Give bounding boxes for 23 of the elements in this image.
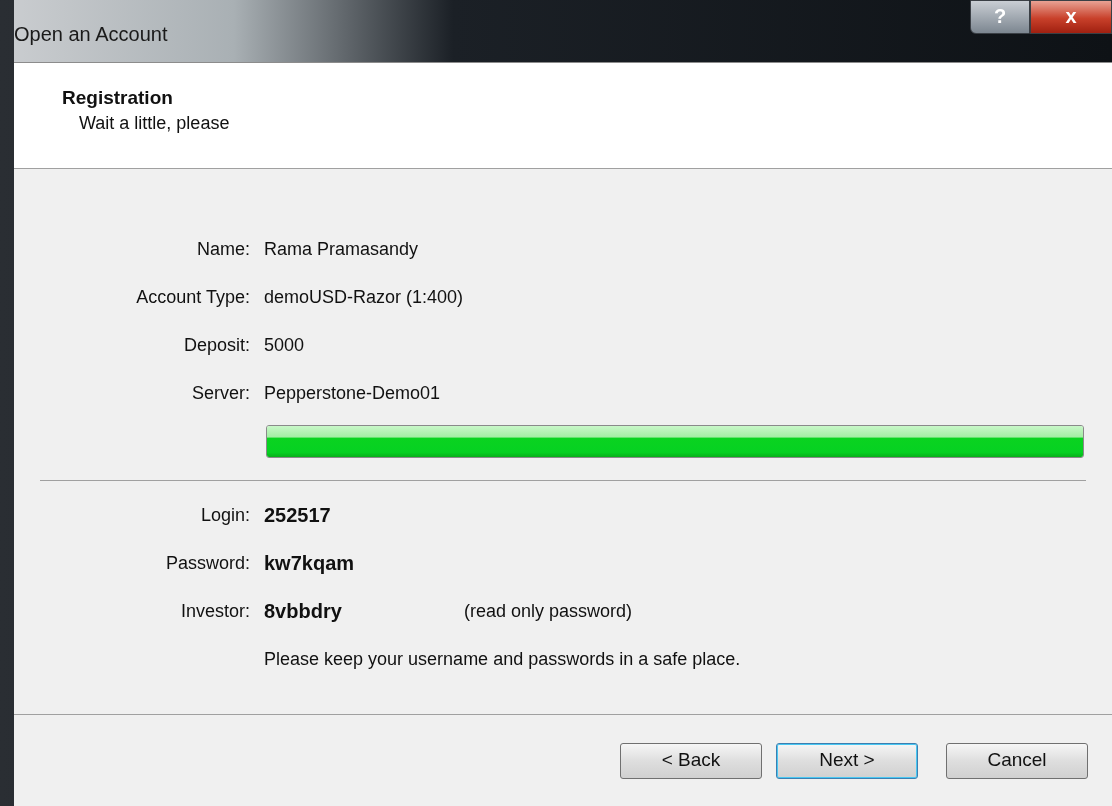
field-label: Name: [197, 237, 250, 261]
field-note: (read only password) [464, 599, 633, 623]
close-button[interactable]: x [1030, 0, 1112, 34]
field-value: Pepperstone-Demo01 [264, 381, 441, 405]
field-label: Password: [165, 551, 250, 575]
wizard-button[interactable]: Next > [776, 742, 918, 779]
notice-text: Please keep your username and passwords in a safe place. [264, 647, 741, 671]
wizard-button[interactable]: Cancel [946, 742, 1088, 779]
field-label: Login: [200, 503, 250, 527]
field-label: Server: [191, 381, 250, 405]
page-title: Registration [62, 87, 174, 110]
field-value: 5000 [264, 333, 305, 357]
field-value: 8vbbdry [264, 599, 343, 624]
field-value: demoUSD-Razor (1:400) [264, 285, 464, 309]
field-value: Rama Pramasandy [264, 237, 419, 261]
field-label: Account Type: [136, 285, 250, 309]
field-value: 252517 [264, 503, 332, 528]
field-value: kw7kqam [264, 551, 356, 576]
field-label: Deposit: [183, 333, 250, 357]
window-title: Open an Account [14, 22, 168, 47]
field-label: Investor: [180, 599, 250, 623]
page-subtitle: Wait a little, please [78, 111, 231, 135]
wizard-button[interactable]: < Back [620, 742, 762, 779]
